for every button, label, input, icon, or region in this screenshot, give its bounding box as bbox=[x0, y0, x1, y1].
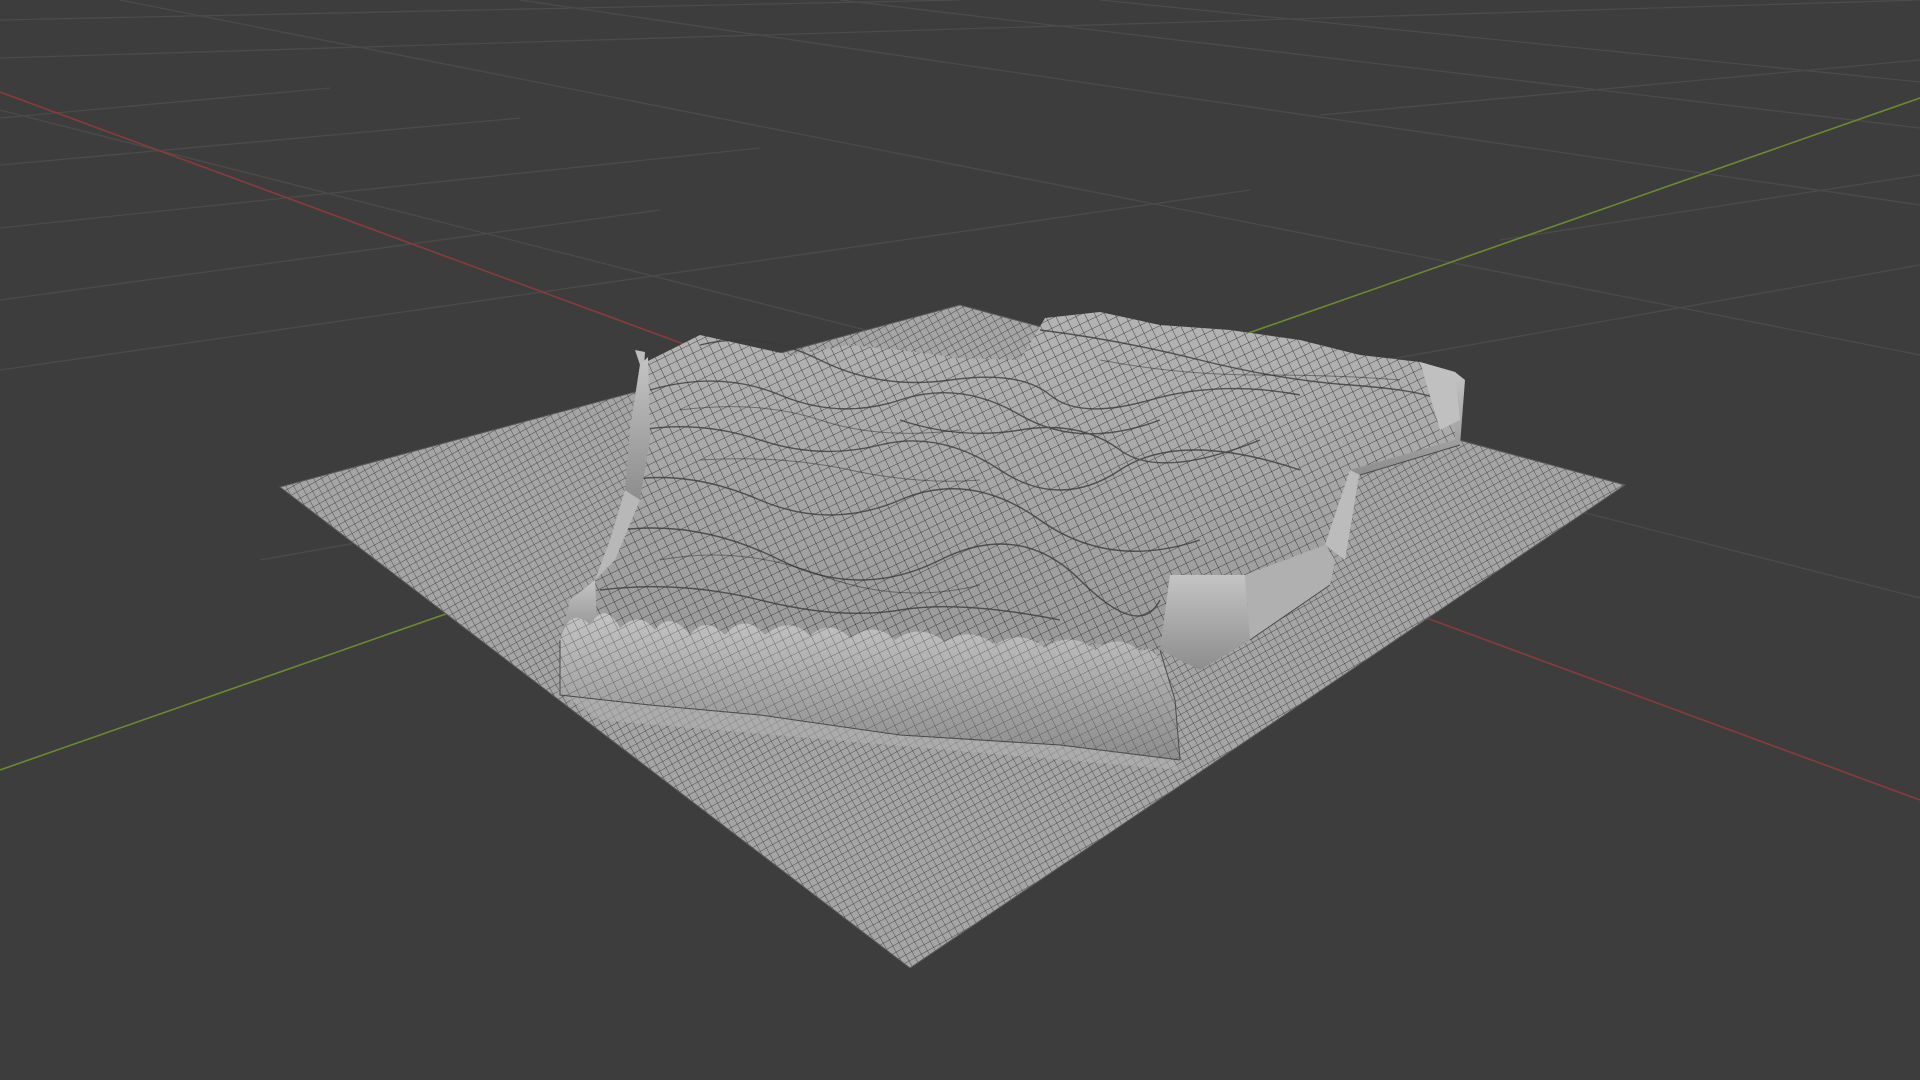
viewport-canvas[interactable] bbox=[0, 0, 1920, 1080]
3d-viewport[interactable] bbox=[0, 0, 1920, 1080]
